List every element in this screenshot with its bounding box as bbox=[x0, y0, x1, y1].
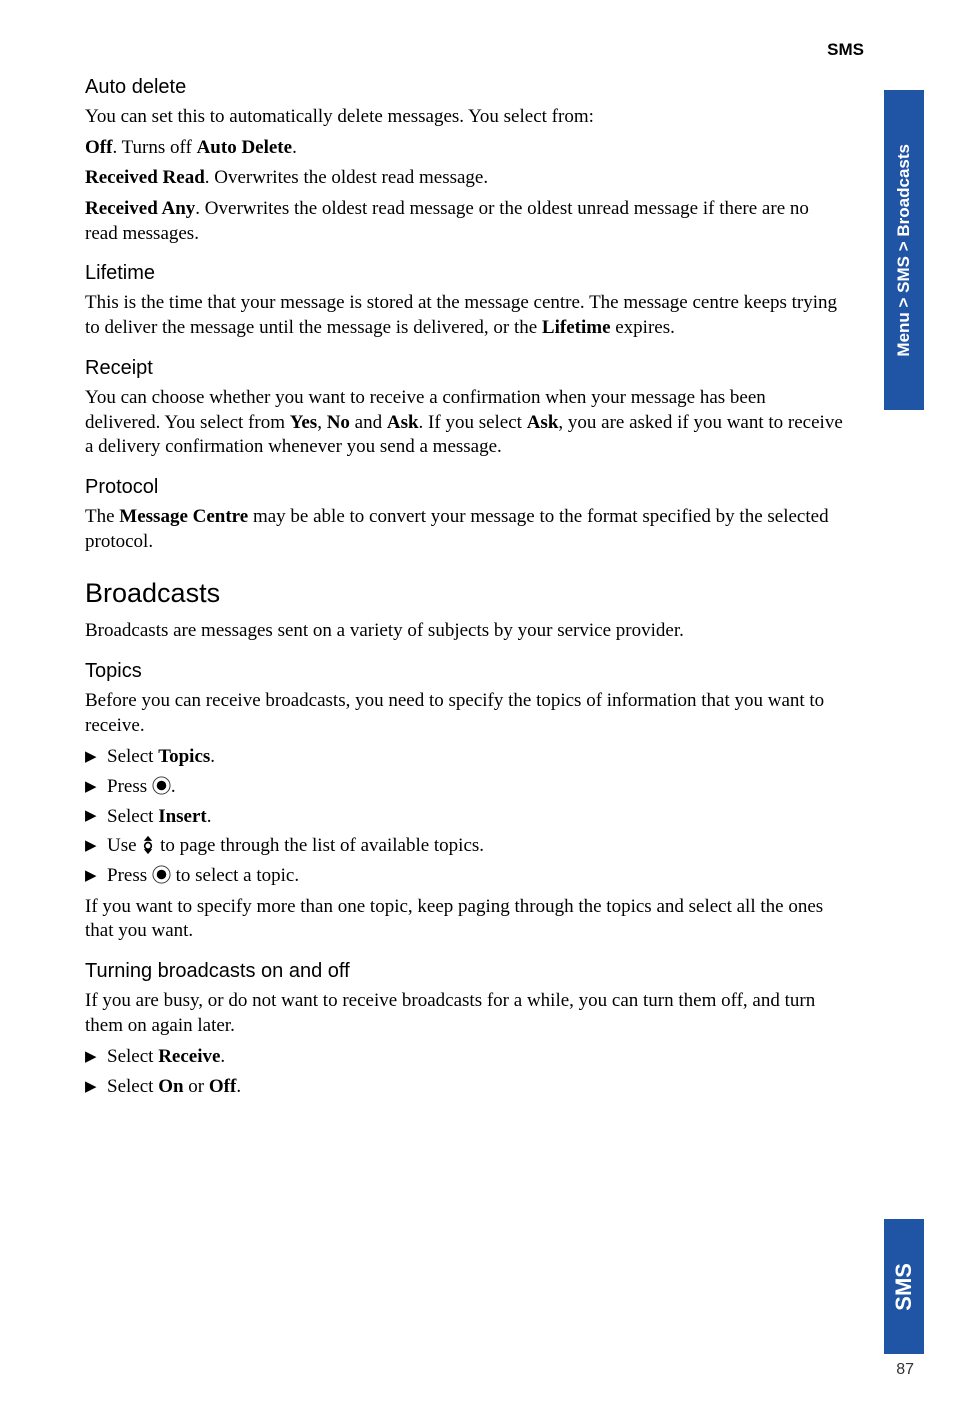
bullet-icon: ▶ bbox=[85, 1077, 107, 1097]
side-tab-section: SMS bbox=[884, 1219, 924, 1354]
body-text: The Message Centre may be able to conver… bbox=[85, 505, 845, 554]
body-text: You can choose whether you want to recei… bbox=[85, 386, 845, 460]
bullet-icon: ▶ bbox=[85, 806, 107, 826]
heading-topics: Topics bbox=[85, 660, 845, 683]
bullet-icon: ▶ bbox=[85, 866, 107, 886]
heading-broadcasts: Broadcasts bbox=[85, 578, 845, 609]
list-item: ▶ Press . bbox=[85, 774, 845, 800]
bullet-icon: ▶ bbox=[85, 747, 107, 767]
body-text: You can set this to automatically delete… bbox=[85, 105, 845, 130]
page-content: Auto delete You can set this to automati… bbox=[85, 76, 845, 1100]
chapter-heading: SMS bbox=[827, 40, 864, 60]
side-tab-section-text: SMS bbox=[891, 1263, 917, 1311]
body-text: If you are busy, or do not want to recei… bbox=[85, 989, 845, 1038]
side-tab-breadcrumb-text: Menu > SMS > Broadcasts bbox=[894, 144, 914, 357]
body-text: Received Read. Overwrites the oldest rea… bbox=[85, 166, 845, 191]
select-key-icon bbox=[152, 865, 171, 884]
select-key-icon bbox=[152, 776, 171, 795]
list-item: ▶ Select Topics. bbox=[85, 744, 845, 770]
list-item: ▶ Select Receive. bbox=[85, 1044, 845, 1070]
list-item: ▶ Press to select a topic. bbox=[85, 863, 845, 889]
heading-auto-delete: Auto delete bbox=[85, 76, 845, 99]
heading-turning-broadcasts: Turning broadcasts on and off bbox=[85, 960, 845, 983]
body-text: If you want to specify more than one top… bbox=[85, 895, 845, 944]
heading-receipt: Receipt bbox=[85, 357, 845, 380]
list-item: ▶ Select On or Off. bbox=[85, 1074, 845, 1100]
body-text: Before you can receive broadcasts, you n… bbox=[85, 689, 845, 738]
bullet-icon: ▶ bbox=[85, 836, 107, 856]
body-text: Received Any. Overwrites the oldest read… bbox=[85, 197, 845, 246]
page-number: 87 bbox=[896, 1361, 914, 1379]
list-item: ▶ Select Insert. bbox=[85, 804, 845, 830]
list-item: ▶ Use to page through the list of availa… bbox=[85, 833, 845, 859]
side-tab-breadcrumb: Menu > SMS > Broadcasts bbox=[884, 90, 924, 410]
navigation-key-icon bbox=[141, 835, 155, 855]
body-text: Off. Turns off Auto Delete. bbox=[85, 136, 845, 161]
bullet-icon: ▶ bbox=[85, 1047, 107, 1067]
body-text: Broadcasts are messages sent on a variet… bbox=[85, 619, 845, 644]
heading-protocol: Protocol bbox=[85, 476, 845, 499]
heading-lifetime: Lifetime bbox=[85, 262, 845, 285]
bullet-icon: ▶ bbox=[85, 777, 107, 797]
body-text: This is the time that your message is st… bbox=[85, 291, 845, 340]
